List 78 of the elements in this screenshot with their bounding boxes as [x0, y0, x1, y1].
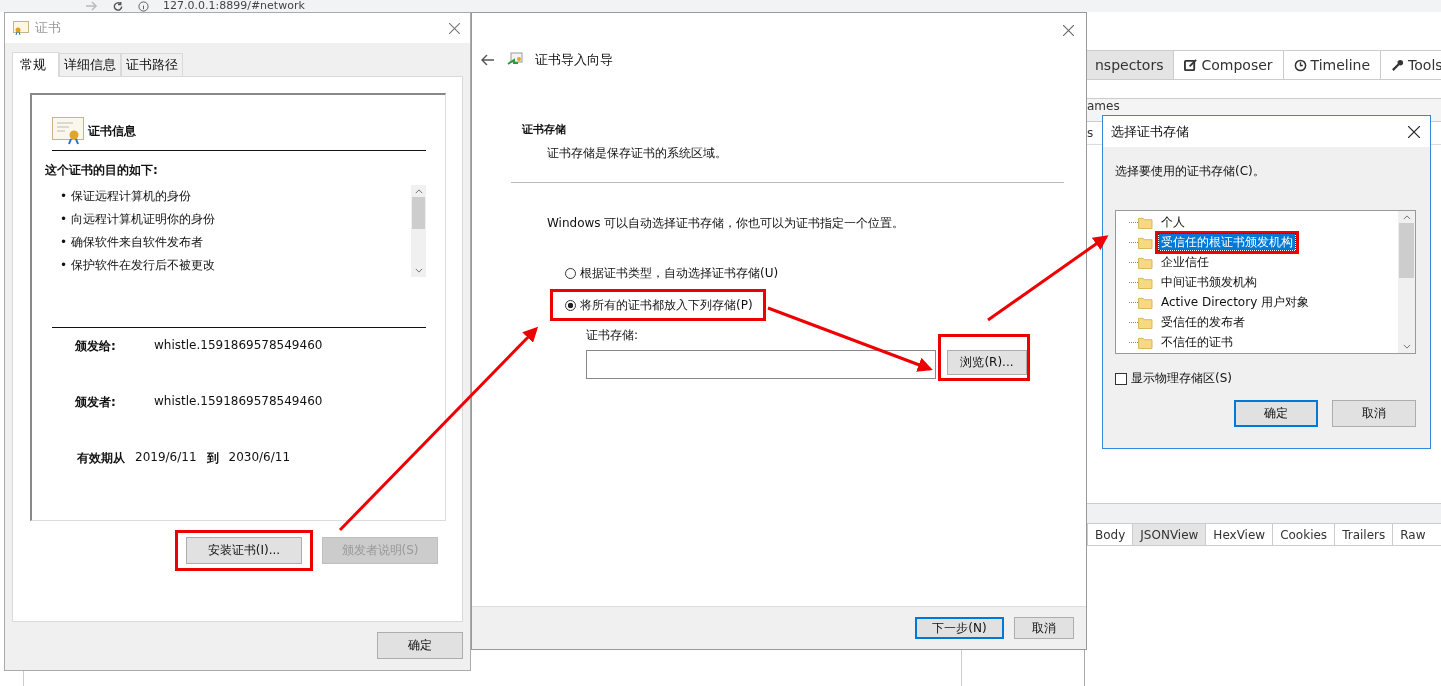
purpose-item: • 保证远程计算机的身份: [60, 188, 192, 205]
browse-button[interactable]: 浏览(R)...: [947, 350, 1027, 375]
reload-icon[interactable]: [112, 0, 124, 12]
window-title: 证书导入向导: [535, 51, 613, 69]
folder-icon: [1138, 235, 1153, 249]
window-title: 选择证书存储: [1111, 122, 1189, 141]
address-text[interactable]: 127.0.0.1:8899/#network: [163, 0, 305, 12]
field-label: 颁发给:: [75, 338, 117, 355]
checkbox-label[interactable]: 显示物理存储区(S): [1131, 370, 1232, 387]
field-label: 证书存储:: [585, 327, 640, 344]
scroll-down-icon[interactable]: [1402, 344, 1411, 349]
scroll-down-icon[interactable]: [414, 268, 423, 273]
wrench-icon: [1391, 58, 1405, 72]
date-text: 2030/6/11: [228, 450, 291, 466]
section-heading: 证书信息: [88, 122, 136, 140]
row-text: s: [1086, 126, 1094, 140]
purpose-item: • 确保软件来自软件发布者: [60, 234, 204, 251]
prompt-text: 选择要使用的证书存储(C)。: [1115, 163, 1266, 180]
store-field[interactable]: [586, 350, 936, 379]
close-button[interactable]: [1406, 123, 1422, 140]
folder-icon: [1138, 255, 1153, 269]
store-item[interactable]: Active Directory 用户对象: [1159, 293, 1312, 310]
purpose-item: • 向远程计算机证明你的身份: [60, 211, 216, 228]
purpose-heading: 这个证书的目的如下:: [45, 162, 159, 179]
folder-icon: [1138, 335, 1153, 349]
scroll-up-icon[interactable]: [414, 189, 423, 194]
scrollbar[interactable]: [411, 185, 426, 277]
folder-icon: [1138, 215, 1153, 229]
store-item[interactable]: 受信任的根证书颁发机构: [1159, 233, 1295, 250]
inspector-tab[interactable]: nspectors: [1085, 51, 1175, 79]
option-label[interactable]: 根据证书类型，自动选择证书存储(U): [580, 264, 779, 282]
intro-text: Windows 可以自动选择证书存储，你也可以为证书指定一个位置。: [546, 215, 906, 232]
scrollbar[interactable]: [1398, 211, 1415, 353]
response-tab[interactable]: Cookies: [1272, 524, 1335, 545]
store-item[interactable]: 不信任的证书: [1159, 333, 1235, 350]
folder-icon: [1138, 295, 1153, 309]
edit-icon: [1184, 58, 1198, 72]
store-item[interactable]: 受信任的发布者: [1159, 313, 1247, 330]
dialog-button[interactable]: 确定: [1234, 400, 1318, 427]
field-label: 颁发者:: [75, 394, 117, 411]
store-item[interactable]: 个人: [1159, 213, 1187, 230]
field-label: 有效期从: [77, 450, 125, 467]
response-tab[interactable]: JSONView: [1132, 524, 1206, 545]
purpose-item: • 保护软件在发行后不被更改: [60, 257, 216, 274]
response-tab[interactable]: Raw: [1392, 524, 1433, 545]
panel-tab[interactable]: ames: [1085, 99, 1120, 113]
wizard-button[interactable]: 取消: [1014, 617, 1074, 639]
dialog-button[interactable]: 取消: [1332, 400, 1416, 427]
ok-button[interactable]: 确定: [377, 632, 463, 659]
checkbox[interactable]: [1115, 372, 1127, 385]
response-tab[interactable]: Trailers: [1334, 524, 1393, 545]
store-item[interactable]: 中间证书颁发机构: [1159, 273, 1259, 290]
store-item[interactable]: 企业信任: [1159, 253, 1211, 270]
scroll-up-icon[interactable]: [1402, 215, 1411, 220]
dialog-tab[interactable]: 证书路径: [121, 53, 183, 76]
field-label: 到: [206, 450, 219, 467]
window-title: 证书: [35, 19, 61, 37]
folder-icon: [1138, 275, 1153, 289]
field-value: whistle.1591869578549460: [154, 394, 323, 410]
radio-button[interactable]: [565, 267, 576, 279]
certificate-icon: [52, 117, 84, 145]
date-text: 2019/6/11: [135, 450, 197, 466]
field-value: whistle.1591869578549460: [154, 338, 323, 354]
back-arrow-icon[interactable]: [481, 54, 495, 66]
info-icon: [138, 0, 149, 12]
certificate-icon: [13, 21, 29, 35]
dialog-tab[interactable]: 详细信息: [59, 53, 121, 76]
option-label[interactable]: 将所有的证书都放入下列存储(P): [580, 296, 753, 314]
response-tab[interactable]: HexView: [1205, 524, 1273, 545]
wizard-button[interactable]: 下一步(N): [915, 617, 1004, 639]
radio-button[interactable]: [565, 299, 576, 311]
dialog-tab[interactable]: 常规: [12, 52, 59, 77]
dialog-button[interactable]: 安装证书(I)...: [186, 537, 302, 564]
section-heading: 证书存储: [521, 122, 567, 137]
clock-icon: [1293, 58, 1307, 72]
folder-icon: [1138, 315, 1153, 329]
section-description: 证书存储是保存证书的系统区域。: [546, 145, 728, 162]
certificate-icon: [507, 52, 523, 68]
